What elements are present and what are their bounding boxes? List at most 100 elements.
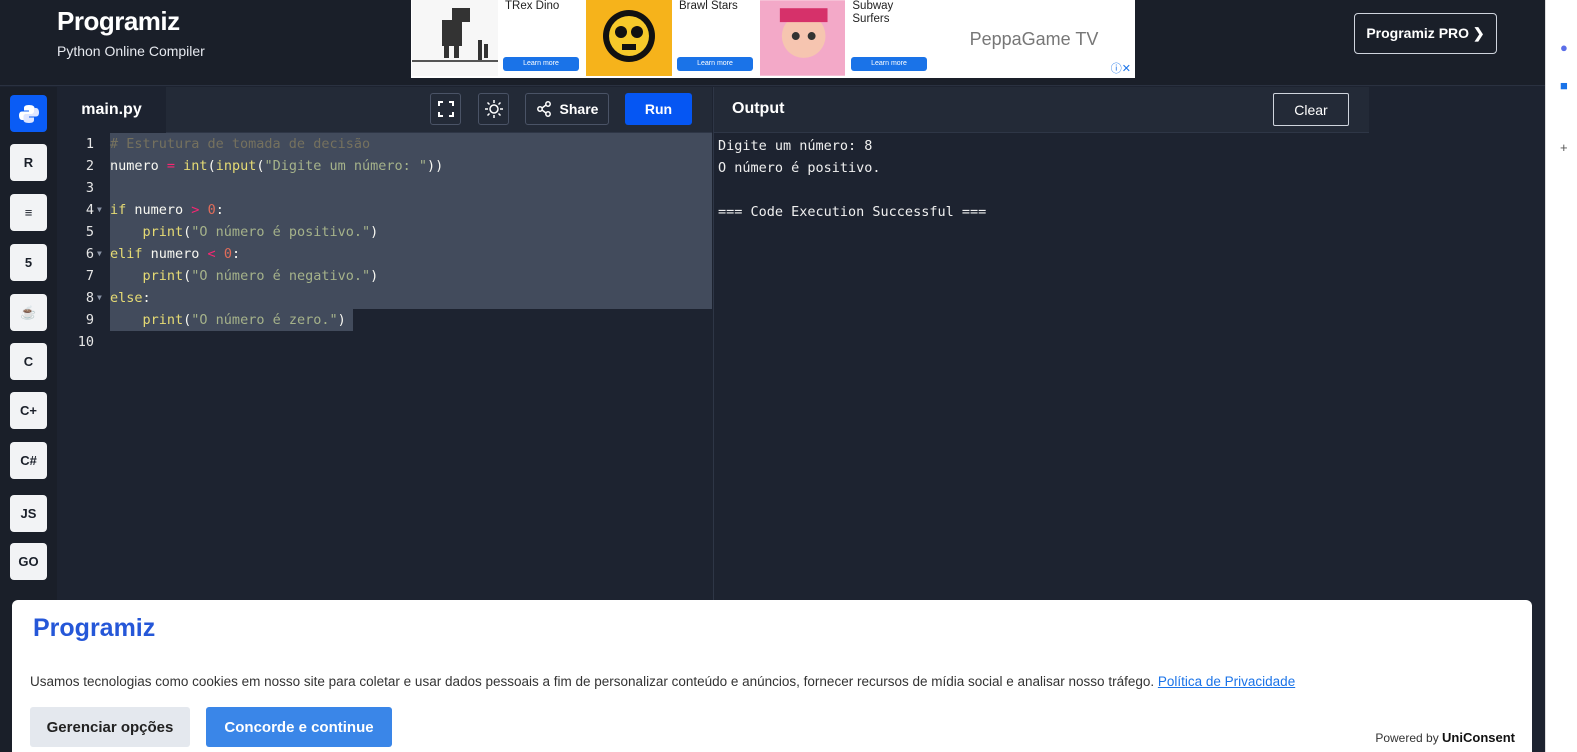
code-line: 7 print("O número é negativo.") xyxy=(57,265,712,287)
privacy-policy-link[interactable]: Política de Privacidade xyxy=(1158,674,1295,689)
cookie-text: Usamos tecnologias como cookies em nosso… xyxy=(30,674,1295,689)
code-line: 10 xyxy=(57,331,712,353)
output-line: Digite um número: 8 xyxy=(718,138,873,154)
sidebar-item-r[interactable]: R xyxy=(10,144,47,181)
ad-item[interactable]: PeppaGame TV ⓘ✕ xyxy=(933,0,1135,78)
sidebar-item-javascript[interactable]: JS xyxy=(10,495,47,532)
sidebar-item-html[interactable]: 5 xyxy=(10,244,47,281)
code-line: 2 numero = int(input("Digite um número: … xyxy=(57,155,712,177)
trex-dino-thumbnail xyxy=(412,0,498,76)
sidebar-item-c[interactable]: C xyxy=(10,343,47,380)
sidebar-item-java[interactable]: ☕ xyxy=(10,294,47,331)
sidebar-item-cpp[interactable]: C+ xyxy=(10,392,47,429)
code-line: 8 ▼ else: xyxy=(57,287,712,309)
ad-item[interactable]: Brawl Stars Learn more xyxy=(585,0,759,78)
go-icon: GO xyxy=(18,554,39,569)
line-number: 5 xyxy=(85,224,94,240)
code-line: 1 # Estrutura de tomada de decisão xyxy=(57,133,712,155)
tab-main-py[interactable]: main.py xyxy=(57,87,166,133)
fold-arrow-icon[interactable]: ▼ xyxy=(97,287,102,309)
code-line: 6 ▼ elif numero < 0: xyxy=(57,243,712,265)
share-button[interactable]: Share xyxy=(525,93,609,125)
editor-toolbar: main.py Share Run xyxy=(57,87,712,133)
line-number: 2 xyxy=(85,158,94,174)
code-text: else: xyxy=(110,290,151,306)
cpp-icon: C+ xyxy=(20,403,37,418)
line-number: 9 xyxy=(85,312,94,328)
code-text: print("O número é zero.") xyxy=(142,312,346,328)
accept-continue-button[interactable]: Concorde e continue xyxy=(206,707,392,747)
cookie-message: Usamos tecnologias como cookies em nosso… xyxy=(30,674,1155,689)
manage-options-button[interactable]: Gerenciar opções xyxy=(30,707,190,747)
output-line: O número é positivo. xyxy=(718,160,881,176)
brand[interactable]: Programiz Python Online Compiler xyxy=(57,6,205,59)
line-number: 6 xyxy=(85,246,94,262)
learn-more-button[interactable]: Learn more xyxy=(503,57,579,71)
sidebar-item-csharp[interactable]: C# xyxy=(10,442,47,479)
copilot-icon[interactable]: ● xyxy=(1560,40,1568,55)
fullscreen-button[interactable] xyxy=(430,93,461,125)
learn-more-button[interactable]: Learn more xyxy=(851,57,927,71)
python-icon xyxy=(18,104,39,123)
subway-surfers-thumbnail xyxy=(760,0,846,76)
top-bar: Programiz Python Online Compiler TRex Di… xyxy=(0,0,1545,86)
line-number: 10 xyxy=(77,334,94,350)
code-line: 3 xyxy=(57,177,712,199)
fullscreen-icon xyxy=(437,101,454,117)
programiz-pro-button[interactable]: Programiz PRO ❯ xyxy=(1354,13,1497,54)
add-icon[interactable]: + xyxy=(1560,140,1568,155)
html5-icon: 5 xyxy=(24,255,33,270)
powered-prefix: Powered by xyxy=(1375,731,1439,745)
learn-more-button[interactable]: Learn more xyxy=(677,57,753,71)
code-text: elif numero < 0: xyxy=(110,246,241,262)
line-number: 8 xyxy=(85,290,94,306)
fold-arrow-icon[interactable]: ▼ xyxy=(97,243,102,265)
csharp-icon: C# xyxy=(20,453,37,468)
line-number: 4 xyxy=(85,202,94,218)
ad-info-icon[interactable]: ⓘ✕ xyxy=(1111,60,1131,76)
powered-by: Powered by UniConsent xyxy=(1375,730,1515,745)
code-line: 5 print("O número é positivo.") xyxy=(57,221,712,243)
uniconsent-brand[interactable]: UniConsent xyxy=(1442,730,1515,745)
code-line: 4 ▼ if numero > 0: xyxy=(57,199,712,221)
theme-toggle-button[interactable] xyxy=(478,93,509,125)
line-number: 3 xyxy=(85,180,94,196)
outlook-icon[interactable]: ■ xyxy=(1560,78,1568,93)
output-toolbar: Output Clear xyxy=(713,87,1369,133)
ad-item[interactable]: TRex Dino Learn more xyxy=(411,0,585,78)
page-subtitle: Python Online Compiler xyxy=(57,43,205,59)
code-text: # Estrutura de tomada de decisão xyxy=(110,136,371,152)
fold-arrow-icon[interactable]: ▼ xyxy=(97,199,102,221)
line-number: 7 xyxy=(85,268,94,284)
sidebar-item-go[interactable]: GO xyxy=(10,543,47,580)
clear-button[interactable]: Clear xyxy=(1273,93,1349,126)
ad-banner[interactable]: TRex Dino Learn more Brawl Stars Learn m… xyxy=(411,0,1135,78)
output-console[interactable]: Digite um número: 8 O número é positivo.… xyxy=(713,133,1369,603)
c-icon: C xyxy=(23,354,34,369)
code-text: print("O número é negativo.") xyxy=(142,268,379,284)
code-editor[interactable]: 1 # Estrutura de tomada de decisão 2 num… xyxy=(57,133,712,603)
ad-title: PeppaGame TV xyxy=(969,28,1099,49)
java-icon: ☕ xyxy=(20,304,37,320)
r-icon: R xyxy=(23,155,34,170)
code-line: 9 print("O número é zero.") xyxy=(57,309,712,331)
ad-item[interactable]: Subway Surfers Learn more xyxy=(759,0,933,78)
sun-icon xyxy=(484,100,503,118)
line-number: 1 xyxy=(85,136,94,152)
database-icon: ≡ xyxy=(24,205,33,220)
share-label: Share xyxy=(559,101,599,117)
run-button[interactable]: Run xyxy=(625,93,692,125)
sidebar-item-sql[interactable]: ≡ xyxy=(10,194,47,231)
cookie-consent-banner: Programiz Usamos tecnologias como cookie… xyxy=(12,600,1532,752)
programiz-logo[interactable]: Programiz xyxy=(57,6,205,37)
javascript-icon: JS xyxy=(20,506,37,521)
browser-side-panel: ● ■ + xyxy=(1545,0,1577,752)
code-text: numero = int(input("Digite um número: ")… xyxy=(110,158,444,174)
programiz-logo: Programiz xyxy=(33,614,156,642)
code-text: print("O número é positivo.") xyxy=(142,224,379,240)
code-text: if numero > 0: xyxy=(110,202,224,218)
output-line: === Code Execution Successful === xyxy=(718,204,987,220)
brawl-stars-thumbnail xyxy=(586,0,672,76)
sidebar-item-python[interactable] xyxy=(10,95,47,132)
